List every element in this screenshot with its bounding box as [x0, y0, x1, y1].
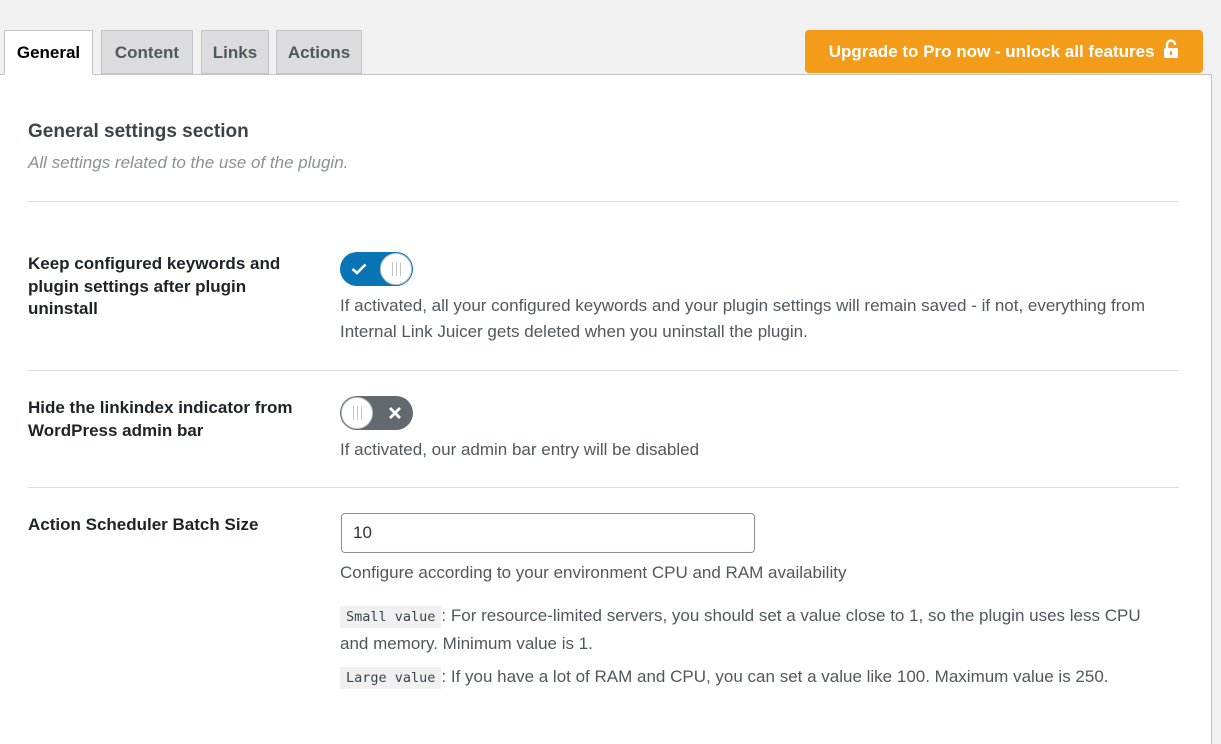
hide-indicator-description: If activated, our admin bar entry will b… — [340, 440, 700, 459]
small-value-code: Small value — [340, 606, 442, 628]
checkmark-icon — [351, 252, 367, 286]
keep-config-description: If activated, all your configured keywor… — [340, 296, 1146, 341]
lock-icon — [1164, 39, 1179, 58]
toggle-knob — [341, 397, 373, 429]
toggle-knob — [380, 253, 412, 285]
section-title: General settings section — [28, 121, 249, 142]
tab-links[interactable]: Links — [201, 30, 269, 74]
settings-panel: General settings section All settings re… — [0, 74, 1212, 744]
tab-content[interactable]: Content — [101, 30, 193, 74]
large-value-code: Large value — [340, 667, 442, 689]
row-divider — [28, 370, 1179, 371]
batch-size-label: Action Scheduler Batch Size — [28, 515, 259, 534]
hide-indicator-toggle[interactable] — [340, 396, 413, 430]
keep-config-label: Keep configured keywords and plugin sett… — [28, 254, 281, 318]
large-value-note: Large value: If you have a lot of RAM an… — [340, 664, 1170, 692]
close-icon — [388, 396, 402, 430]
small-value-note: Small value: For resource-limited server… — [340, 603, 1170, 657]
large-value-text: : If you have a lot of RAM and CPU, you … — [441, 667, 1109, 686]
batch-size-input[interactable] — [341, 513, 755, 553]
section-description: All settings related to the use of the p… — [28, 153, 349, 172]
section-divider — [28, 201, 1179, 202]
upgrade-button-label: Upgrade to Pro now - unlock all features — [828, 42, 1155, 61]
batch-size-description: Configure according to your environment … — [340, 563, 847, 582]
upgrade-to-pro-button[interactable]: Upgrade to Pro now - unlock all features — [805, 30, 1203, 73]
tab-actions[interactable]: Actions — [276, 30, 362, 74]
keep-config-toggle[interactable] — [340, 252, 413, 286]
small-value-text: : For resource-limited servers, you shou… — [340, 606, 1141, 653]
hide-indicator-label: Hide the linkindex indicator from WordPr… — [28, 398, 293, 440]
tab-general[interactable]: General — [4, 30, 93, 75]
row-divider — [28, 487, 1179, 488]
